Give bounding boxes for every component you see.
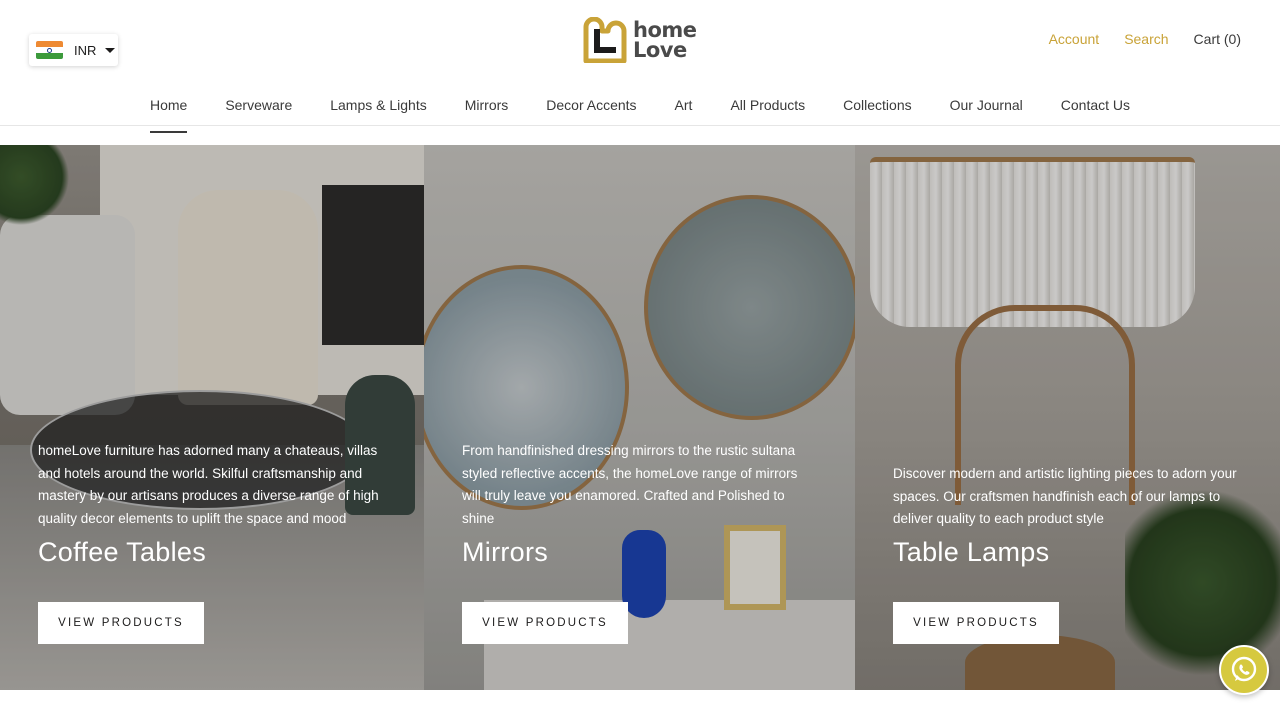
nav-item-contact-us[interactable]: Contact Us bbox=[1061, 97, 1130, 113]
view-products-button[interactable]: VIEW PRODUCTS bbox=[38, 602, 204, 644]
logo-text-home: home bbox=[633, 18, 697, 42]
home-love-logo-icon bbox=[583, 17, 627, 63]
search-link[interactable]: Search bbox=[1124, 31, 1168, 47]
panel-coffee-tables[interactable]: homeLove furniture has adorned many a ch… bbox=[0, 145, 424, 690]
whatsapp-icon bbox=[1231, 656, 1257, 682]
cart-link[interactable]: Cart (0) bbox=[1194, 31, 1241, 47]
currency-code: INR bbox=[74, 42, 97, 58]
collection-panels: homeLove furniture has adorned many a ch… bbox=[0, 145, 1280, 690]
nav-item-our-journal[interactable]: Our Journal bbox=[950, 97, 1023, 113]
panel-table-lamps[interactable]: Discover modern and artistic lighting pi… bbox=[855, 145, 1280, 690]
nav-item-decor-accents[interactable]: Decor Accents bbox=[546, 97, 636, 113]
nav-item-art[interactable]: Art bbox=[675, 97, 693, 113]
nav-item-lamps-lights[interactable]: Lamps & Lights bbox=[330, 97, 427, 113]
site-header: INR home Love Account Search Cart (0) Ho… bbox=[0, 0, 1280, 133]
nav-item-all-products[interactable]: All Products bbox=[730, 97, 805, 113]
logo-text-love: Love bbox=[633, 38, 687, 62]
nav-item-collections[interactable]: Collections bbox=[843, 97, 911, 113]
panel-description: From handfinished dressing mirrors to th… bbox=[462, 443, 798, 526]
panel-title: Coffee Tables bbox=[38, 537, 207, 567]
currency-selector[interactable]: INR bbox=[29, 34, 118, 66]
main-nav: Home Serveware Lamps & Lights Mirrors De… bbox=[0, 97, 1280, 133]
chevron-down-icon bbox=[105, 47, 116, 53]
header-links: Account Search Cart (0) bbox=[1049, 31, 1241, 47]
site-logo[interactable]: home Love bbox=[582, 16, 700, 64]
view-products-button[interactable]: VIEW PRODUCTS bbox=[893, 602, 1059, 644]
nav-item-home[interactable]: Home bbox=[149, 97, 188, 133]
india-flag-icon bbox=[36, 41, 63, 59]
panel-mirrors[interactable]: From handfinished dressing mirrors to th… bbox=[424, 145, 855, 690]
account-link[interactable]: Account bbox=[1049, 31, 1100, 47]
whatsapp-chat-button[interactable] bbox=[1219, 645, 1269, 695]
panel-title: Mirrors bbox=[462, 537, 549, 567]
panel-description: homeLove furniture has adorned many a ch… bbox=[38, 443, 379, 526]
panel-description: Discover modern and artistic lighting pi… bbox=[893, 466, 1237, 526]
panel-title: Table Lamps bbox=[893, 537, 1050, 567]
nav-item-mirrors[interactable]: Mirrors bbox=[465, 97, 509, 113]
view-products-button[interactable]: VIEW PRODUCTS bbox=[462, 602, 628, 644]
nav-item-serveware[interactable]: Serveware bbox=[225, 97, 292, 113]
